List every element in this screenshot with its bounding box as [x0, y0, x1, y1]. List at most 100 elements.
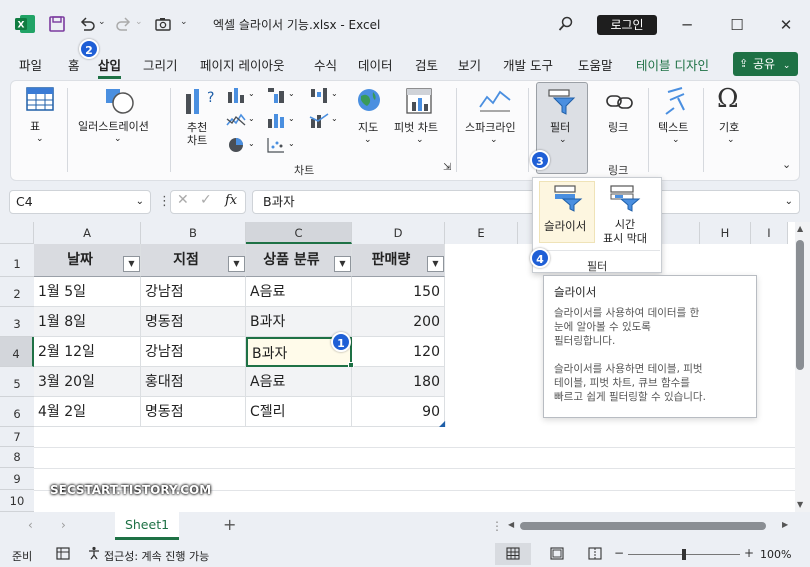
combo-chart-icon[interactable]	[309, 111, 329, 129]
table-cell[interactable]: 홍대점	[141, 367, 246, 397]
table-cell[interactable]: 3월 20일	[34, 367, 141, 397]
share-button[interactable]: ⇪ 공유 ⌄	[733, 52, 798, 76]
redo-dropdown-icon[interactable]: ⌄	[135, 17, 143, 27]
accessibility-status[interactable]: 접근성: 계속 진행 가능	[104, 548, 209, 564]
tab-developer[interactable]: 개발 도구	[503, 55, 553, 74]
pivot-chart-label[interactable]: 피벗 차트	[394, 121, 438, 134]
column-header-e[interactable]: E	[445, 222, 518, 244]
horizontal-scroll-thumb[interactable]	[520, 522, 766, 530]
column-header-c[interactable]: C	[246, 222, 352, 244]
row-header-2[interactable]: 2	[0, 277, 34, 307]
zoom-level[interactable]: 100%	[760, 548, 791, 561]
column-header-i[interactable]: I	[751, 222, 788, 244]
illustrations-dropdown-icon[interactable]: ⌄	[114, 134, 122, 144]
table-cell[interactable]: 180	[352, 367, 445, 397]
accessibility-icon[interactable]	[87, 546, 101, 560]
sparklines-icon[interactable]	[478, 87, 512, 113]
symbol-label[interactable]: 기호	[719, 121, 739, 134]
line-chart-dropdown-icon[interactable]: ⌄	[248, 114, 255, 123]
combo-chart-dropdown-icon[interactable]: ⌄	[331, 114, 338, 123]
text-dropdown-icon[interactable]: ⌄	[672, 135, 680, 145]
tab-data[interactable]: 데이터	[358, 55, 393, 74]
tab-formulas[interactable]: 수식	[314, 55, 337, 74]
select-all-corner[interactable]	[0, 222, 34, 244]
undo-dropdown-icon[interactable]: ⌄	[98, 17, 106, 27]
zoom-in-icon[interactable]: +	[744, 546, 754, 560]
tab-table-design[interactable]: 테이블 디자인	[636, 55, 709, 74]
row-header-1[interactable]: 1	[0, 244, 34, 277]
filter-dropdown-icon[interactable]: ▼	[334, 256, 351, 272]
table-cell[interactable]: 1월 8일	[34, 307, 141, 337]
table-cell[interactable]: 150	[352, 277, 445, 307]
symbol-dropdown-icon[interactable]: ⌄	[727, 135, 735, 145]
sparklines-dropdown-icon[interactable]: ⌄	[490, 135, 498, 145]
qat-customize-icon[interactable]: ⌄	[180, 17, 188, 27]
row-header-3[interactable]: 3	[0, 307, 34, 337]
table-resize-handle[interactable]: ◢	[439, 419, 445, 428]
column-header-d[interactable]: D	[352, 222, 445, 244]
tab-help[interactable]: 도움말	[578, 55, 613, 74]
tab-view[interactable]: 보기	[458, 55, 481, 74]
filter-dropdown-icon[interactable]: ▼	[228, 256, 245, 272]
minimize-icon[interactable]: ─	[676, 14, 698, 36]
scatter-chart-dropdown-icon[interactable]: ⌄	[288, 139, 295, 148]
formula-input[interactable]: B과자 ⌄	[252, 190, 800, 214]
prev-sheet-icon[interactable]: ‹	[28, 518, 33, 532]
column-header-b[interactable]: B	[141, 222, 246, 244]
row-header-5[interactable]: 5	[0, 367, 34, 397]
next-sheet-icon[interactable]: ›	[61, 518, 66, 532]
maps-dropdown-icon[interactable]: ⌄	[364, 135, 372, 145]
timeline-icon[interactable]	[609, 184, 641, 212]
link-label[interactable]: 링크	[608, 121, 628, 134]
maximize-icon[interactable]: ☐	[726, 14, 748, 36]
column-header-h[interactable]: H	[700, 222, 751, 244]
column-chart-icon[interactable]	[266, 111, 286, 129]
table-cell[interactable]: 강남점	[141, 337, 246, 367]
name-box-dropdown-icon[interactable]: ⌄	[136, 191, 144, 213]
insert-function-icon[interactable]: fx	[225, 193, 237, 208]
filter-dropdown-icon[interactable]: ▼	[123, 256, 140, 272]
vertical-scroll-thumb[interactable]	[796, 240, 804, 370]
row-header-10[interactable]: 10	[0, 490, 34, 512]
ribbon-collapse-icon[interactable]: ⌄	[782, 158, 791, 171]
tab-file[interactable]: 파일	[19, 55, 42, 74]
pivot-chart-icon[interactable]	[404, 86, 434, 116]
zoom-out-icon[interactable]: −	[614, 546, 624, 560]
tab-draw[interactable]: 그리기	[143, 55, 178, 74]
illustrations-icon[interactable]	[103, 86, 135, 116]
table-cell[interactable]: C젤리	[246, 397, 352, 427]
tab-review[interactable]: 검토	[415, 55, 438, 74]
formula-expand-icon[interactable]: ⌄	[785, 191, 793, 213]
pivot-chart-dropdown-icon[interactable]: ⌄	[416, 135, 424, 145]
pie-chart-icon[interactable]	[226, 136, 246, 154]
column-header-a[interactable]: A	[34, 222, 141, 244]
sheet-tab-sheet1[interactable]: Sheet1	[115, 512, 179, 540]
waterfall-dropdown-icon[interactable]: ⌄	[331, 89, 338, 98]
scroll-left-icon[interactable]: ◀	[508, 520, 514, 529]
login-button[interactable]: 로그인	[597, 15, 657, 35]
text-icon[interactable]	[660, 86, 690, 116]
page-layout-view-icon[interactable]	[550, 547, 564, 560]
table-cell[interactable]: 200	[352, 307, 445, 337]
bar-chart-dropdown-icon[interactable]: ⌄	[248, 89, 255, 98]
row-header-6[interactable]: 6	[0, 397, 34, 427]
timeline-label[interactable]: 시간 표시 막대	[597, 218, 653, 246]
sparklines-label[interactable]: 스파크라인	[465, 121, 516, 134]
tab-insert[interactable]: 삽입	[98, 55, 122, 79]
tab-home[interactable]: 홈	[68, 55, 80, 74]
table-cell[interactable]: A음료	[246, 367, 352, 397]
text-label[interactable]: 텍스트	[658, 121, 688, 134]
waterfall-chart-icon[interactable]	[309, 86, 329, 104]
table-label[interactable]: 표	[30, 120, 40, 133]
table-dropdown-icon[interactable]: ⌄	[36, 134, 44, 144]
name-box[interactable]: C4 ⌄	[9, 190, 151, 214]
table-cell[interactable]: 4월 2일	[34, 397, 141, 427]
table-cell[interactable]: 2월 12일	[34, 337, 141, 367]
add-sheet-icon[interactable]: +	[223, 515, 236, 534]
line-chart-icon[interactable]	[226, 111, 246, 129]
symbol-icon[interactable]: Ω	[717, 84, 739, 114]
enter-icon[interactable]: ✓	[200, 192, 212, 208]
scroll-right-icon[interactable]: ▶	[782, 520, 788, 529]
row-header-9[interactable]: 9	[0, 468, 34, 490]
chart-launcher-icon[interactable]: ⇲	[443, 162, 451, 173]
